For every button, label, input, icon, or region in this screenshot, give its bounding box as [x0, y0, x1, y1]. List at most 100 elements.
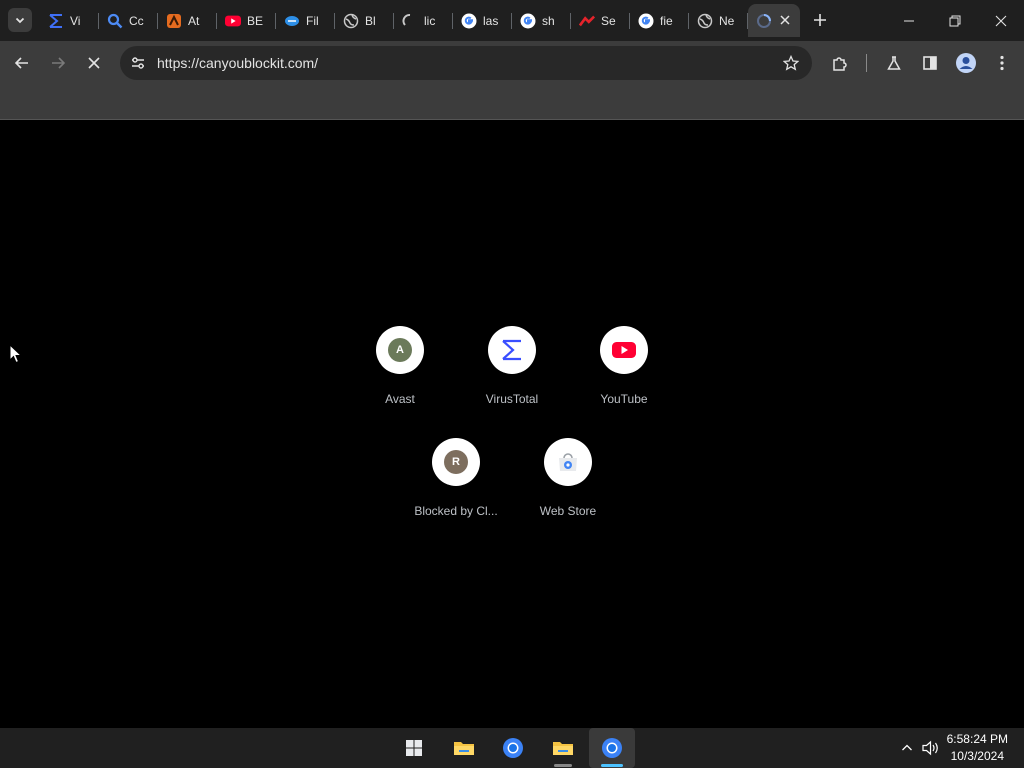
bookmark-star-button[interactable]	[780, 52, 802, 74]
restore-button[interactable]	[932, 0, 978, 41]
close-icon	[995, 15, 1007, 26]
globe-icon	[343, 13, 359, 29]
star-icon	[783, 55, 799, 71]
site-info-button[interactable]	[126, 51, 150, 75]
letter-a-icon: A	[388, 338, 412, 362]
volume-button[interactable]	[919, 728, 943, 768]
close-icon	[88, 57, 100, 69]
google-icon	[638, 13, 654, 29]
close-window-button[interactable]	[978, 0, 1024, 41]
plus-icon	[814, 14, 826, 26]
forward-button[interactable]	[43, 48, 73, 78]
address-bar[interactable]: https://canyoublockit.com/	[120, 46, 812, 80]
shortcut-icon-circle	[544, 438, 592, 486]
puzzle-icon	[833, 57, 847, 71]
shortcut-label: VirusTotal	[485, 392, 539, 406]
loading-icon	[402, 13, 418, 29]
mouse-cursor-icon	[9, 344, 23, 364]
loading-spinner-icon	[756, 13, 772, 29]
show-hidden-icons-button[interactable]	[895, 728, 919, 768]
tab-title: Cc	[129, 13, 144, 28]
back-button[interactable]	[7, 48, 37, 78]
youtube-icon	[612, 342, 636, 358]
filehippo-icon	[284, 13, 300, 29]
tab-title: las	[483, 13, 499, 28]
google-icon	[520, 13, 536, 29]
stop-loading-button[interactable]	[79, 48, 109, 78]
bookmark-bar	[0, 85, 1024, 120]
tab-new-tab[interactable]: Ne	[689, 4, 748, 37]
chrome-icon	[503, 738, 523, 758]
profile-button[interactable]	[951, 48, 981, 78]
tab-title: BE	[247, 13, 263, 28]
more-vertical-icon	[1000, 55, 1004, 71]
shortcut-tile[interactable]: R Blocked by Cl...	[406, 438, 506, 538]
taskbar-file-explorer-open[interactable]	[540, 728, 586, 768]
shortcut-tile[interactable]: VirusTotal	[462, 326, 562, 426]
side-panel-button[interactable]	[915, 48, 945, 78]
system-clock[interactable]: 6:58:24 PM 10/3/2024	[947, 731, 1008, 765]
tab-title: Vi	[70, 13, 81, 28]
start-button[interactable]	[391, 728, 437, 768]
close-tab-icon[interactable]	[778, 13, 792, 27]
minimize-button[interactable]	[886, 0, 932, 41]
shortcut-icon-circle: R	[432, 438, 480, 486]
shortcut-icon-circle	[600, 326, 648, 374]
minimize-icon	[904, 20, 914, 21]
shortcut-tile[interactable]: YouTube	[574, 326, 674, 426]
restore-icon	[949, 15, 961, 26]
tab-title: Ne	[719, 13, 735, 28]
speaker-icon	[922, 740, 938, 756]
tab-title: At	[188, 13, 200, 28]
tab-loading[interactable]: lic	[394, 4, 453, 37]
tab-youtube[interactable]: BE	[217, 4, 276, 37]
chrome-web-store-icon	[559, 453, 577, 471]
chevron-up-icon	[902, 744, 912, 751]
tab-speedtest[interactable]: Se	[571, 4, 630, 37]
tune-icon	[132, 57, 144, 69]
tab-active[interactable]	[748, 4, 800, 37]
arrow-left-icon	[14, 57, 28, 69]
avatar-icon	[956, 53, 976, 73]
tab-google-2[interactable]: sh	[512, 4, 571, 37]
extensions-button[interactable]	[825, 48, 855, 78]
youtube-icon	[225, 13, 241, 29]
new-tab-page: A Avast VirusTotal YouTube R Blocked by …	[0, 121, 1024, 728]
shortcut-tile[interactable]: A Avast	[350, 326, 450, 426]
globe-icon	[697, 13, 713, 29]
chevron-down-icon	[15, 17, 25, 24]
tab-search-page[interactable]: Cc	[99, 4, 158, 37]
taskbar-chrome-active[interactable]	[589, 728, 635, 768]
tab-google-1[interactable]: las	[453, 4, 512, 37]
taskbar-file-explorer[interactable]	[441, 728, 487, 768]
shortcut-tile[interactable]: Web Store	[518, 438, 618, 538]
google-icon	[461, 13, 477, 29]
tab-blocked[interactable]: Bl	[335, 4, 394, 37]
arrow-right-icon	[52, 57, 66, 69]
menu-button[interactable]	[987, 48, 1017, 78]
taskbar-chrome[interactable]	[490, 728, 536, 768]
tab-title: Bl	[365, 13, 376, 28]
tab-avast[interactable]: At	[158, 4, 217, 37]
new-tab-button[interactable]	[808, 8, 832, 32]
folder-icon	[454, 742, 474, 755]
toolbar-divider	[866, 54, 867, 72]
speedtest-icon	[579, 13, 595, 29]
clock-time: 6:58:24 PM	[946, 732, 1008, 746]
tab-search-button[interactable]	[8, 8, 32, 32]
tab-list: Vi Cc At BE Fil Bl lic las sh Se fie Ne	[40, 4, 800, 37]
shortcut-icon-circle	[488, 326, 536, 374]
avast-icon	[166, 13, 182, 29]
clock-date: 10/3/2024	[950, 749, 1004, 763]
tab-title: Fil	[306, 13, 319, 28]
tab-filehippo[interactable]: Fil	[276, 4, 335, 37]
chrome-icon	[602, 738, 622, 758]
tab-virustotal[interactable]: Vi	[40, 4, 99, 37]
tab-title: lic	[424, 13, 436, 28]
tab-title: Se	[601, 13, 616, 28]
tab-google-3[interactable]: fie	[630, 4, 689, 37]
letter-r-icon: R	[444, 450, 468, 474]
url-text[interactable]: https://canyoublockit.com/	[157, 55, 318, 71]
labs-button[interactable]	[879, 48, 909, 78]
toolbar: https://canyoublockit.com/	[0, 41, 1024, 85]
